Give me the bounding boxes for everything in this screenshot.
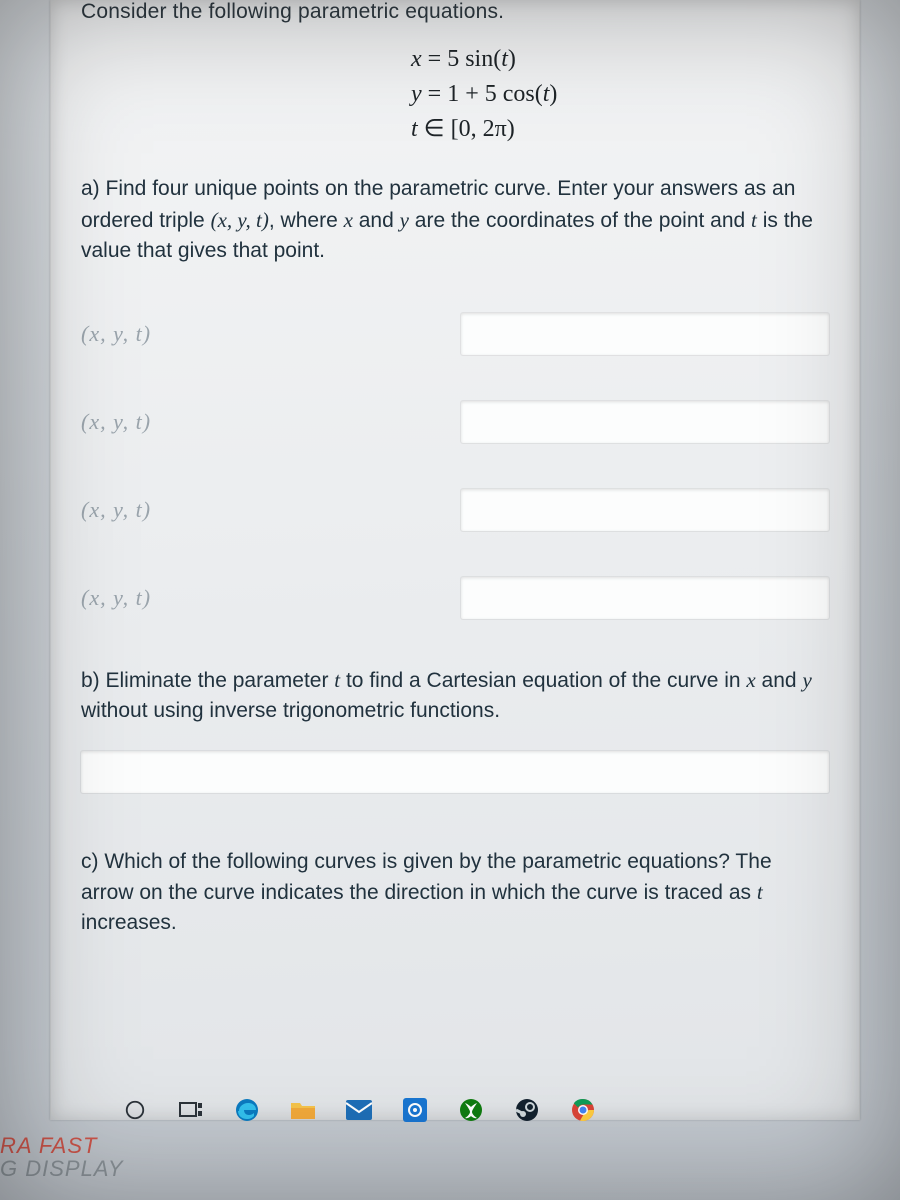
steam-icon[interactable]: [512, 1095, 542, 1125]
edge-icon[interactable]: [232, 1095, 262, 1125]
question-page: Consider the following parametric equati…: [50, 0, 860, 1120]
xbox-icon[interactable]: [456, 1095, 486, 1125]
part-c-prompt: c) Which of the following curves is give…: [81, 847, 829, 939]
intro-text: Consider the following parametric equati…: [81, 0, 829, 24]
task-view-icon[interactable]: [176, 1095, 206, 1125]
file-explorer-icon[interactable]: [288, 1095, 318, 1125]
row-label: (x, y, t): [81, 497, 201, 523]
point-input-3[interactable]: [461, 489, 829, 531]
point-input-1[interactable]: [461, 313, 829, 355]
osd-line1: RA FAST: [0, 1134, 124, 1157]
row-label: (x, y, t): [81, 585, 201, 611]
equation-domain: t ∈ [0, 2π): [411, 112, 829, 147]
equation-x: x = 5 sin(t): [411, 42, 829, 77]
cortana-icon[interactable]: [120, 1095, 150, 1125]
monitor-osd-badge: RA FAST G DISPLAY: [0, 1126, 138, 1190]
equation-y: y = 1 + 5 cos(t): [411, 77, 829, 112]
part-b-prompt: b) Eliminate the parameter t to find a C…: [81, 665, 829, 727]
part-a-prompt: a) Find four unique points on the parame…: [81, 174, 829, 266]
windows-taskbar: [120, 1095, 598, 1125]
equation-block: x = 5 sin(t) y = 1 + 5 cos(t) t ∈ [0, 2π…: [81, 42, 829, 146]
part-a-inputs: (x, y, t) (x, y, t) (x, y, t) (x, y, t): [81, 313, 829, 619]
mail-icon[interactable]: [344, 1095, 374, 1125]
chrome-icon[interactable]: [568, 1095, 598, 1125]
point-row: (x, y, t): [81, 489, 829, 531]
point-input-4[interactable]: [461, 577, 829, 619]
point-row: (x, y, t): [81, 401, 829, 443]
point-row: (x, y, t): [81, 577, 829, 619]
osd-line2: G DISPLAY: [0, 1157, 124, 1180]
part-b-input[interactable]: [81, 751, 829, 793]
row-label: (x, y, t): [81, 321, 201, 347]
row-label: (x, y, t): [81, 409, 201, 435]
point-row: (x, y, t): [81, 313, 829, 355]
point-input-2[interactable]: [461, 401, 829, 443]
photos-icon[interactable]: [400, 1095, 430, 1125]
